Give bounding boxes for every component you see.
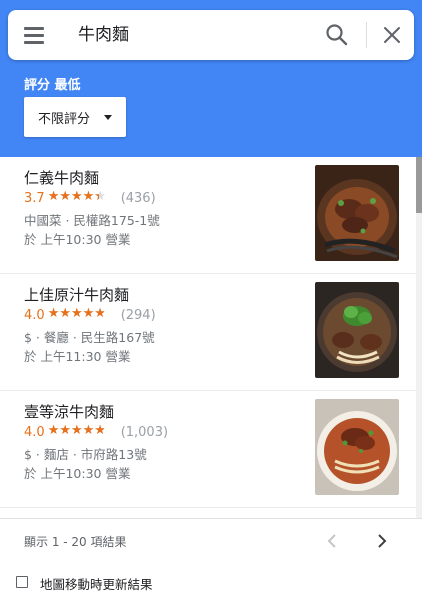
menu-button[interactable] <box>24 25 46 45</box>
result-detail: $ · 餐廳 · 民生路167號 <box>24 330 155 345</box>
results-list: 仁義牛肉麵 3.7★★★★★★★★★★(436) 中國菜 · 民權路175-1號… <box>0 157 416 518</box>
review-count: (1,003) <box>120 425 169 440</box>
result-item[interactable]: 上佳原汁牛肉麵 4.0 ★★★★★ ★★★★★ (294) $ · 餐廳 · 民生路1… <box>0 274 416 391</box>
rating-filter-dropdown[interactable]: 不限評分 <box>24 97 126 137</box>
clear-search-button[interactable] <box>380 23 404 47</box>
review-count: (436) <box>120 191 156 206</box>
result-hours: 於 上午10:30 營業 <box>24 466 131 481</box>
map-update-checkbox[interactable] <box>16 576 28 588</box>
result-item[interactable]: 壹等涼牛肉麵 4.0 ★★★★★ ★★★★★ (1,003) $ · 麵店 · 市府路… <box>0 391 416 508</box>
hamburger-menu-icon <box>24 27 44 30</box>
result-name[interactable]: 上佳原汁牛肉麵 <box>24 284 129 305</box>
star-rating-icon: ★★★★★★★★★★ <box>47 306 106 321</box>
result-rating: 3.7★★★★★★★★★★ (436) <box>24 189 156 206</box>
chevron-right-icon <box>378 534 387 548</box>
dropdown-caret-icon <box>104 115 112 120</box>
result-name[interactable]: 壹等涼牛肉麵 <box>24 401 114 422</box>
scrollbar-thumb[interactable] <box>416 157 422 213</box>
result-photo[interactable] <box>315 399 399 495</box>
results-scrollbar[interactable] <box>416 157 422 518</box>
review-count: (294) <box>120 308 156 323</box>
result-hours: 於 上午11:30 營業 <box>24 349 131 364</box>
rating-filter-value: 不限評分 <box>38 112 91 127</box>
footer-divider <box>0 518 422 519</box>
next-page-button[interactable] <box>372 530 392 552</box>
magnifier-icon <box>326 24 348 46</box>
search-button[interactable] <box>324 22 350 48</box>
result-rating: 4.0 ★★★★★ ★★★★★ (1,003) <box>24 423 169 440</box>
result-detail: 中國菜 · 民權路175-1號 <box>24 213 160 228</box>
result-hours: 於 上午10:30 營業 <box>24 232 131 247</box>
result-photo[interactable] <box>315 165 399 261</box>
result-item[interactable]: 仁義牛肉麵 3.7★★★★★★★★★★ (436) 中國菜 · 民權路175-1號… <box>0 157 416 274</box>
search-box: 牛肉麵 <box>8 10 414 60</box>
rating-filter-label: 評分 最低 <box>24 78 81 93</box>
results-count: 顯示 1 - 20 項結果 <box>24 535 127 549</box>
rating-number: 4.0 <box>24 308 45 323</box>
close-icon <box>384 27 400 43</box>
result-name[interactable]: 仁義牛肉麵 <box>24 167 99 188</box>
result-rating: 4.0 ★★★★★ ★★★★★ (294) <box>24 306 156 323</box>
star-rating-icon: ★★★★★★★★★★ <box>47 189 106 204</box>
search-input[interactable]: 牛肉麵 <box>78 22 129 48</box>
map-update-label: 地圖移動時更新結果 <box>40 577 153 592</box>
rating-number: 3.7 <box>24 191 45 206</box>
list-item-partial <box>0 508 416 518</box>
search-header: 牛肉麵 評分 最低 不限評分 <box>0 0 422 157</box>
search-divider <box>366 22 367 48</box>
result-detail: $ · 麵店 · 市府路13號 <box>24 447 147 462</box>
chevron-left-icon <box>327 534 336 548</box>
result-photo[interactable] <box>315 282 399 378</box>
rating-number: 4.0 <box>24 425 45 440</box>
star-rating-icon: ★★★★★★★★★★ <box>47 423 106 438</box>
previous-page-button[interactable] <box>322 530 342 552</box>
